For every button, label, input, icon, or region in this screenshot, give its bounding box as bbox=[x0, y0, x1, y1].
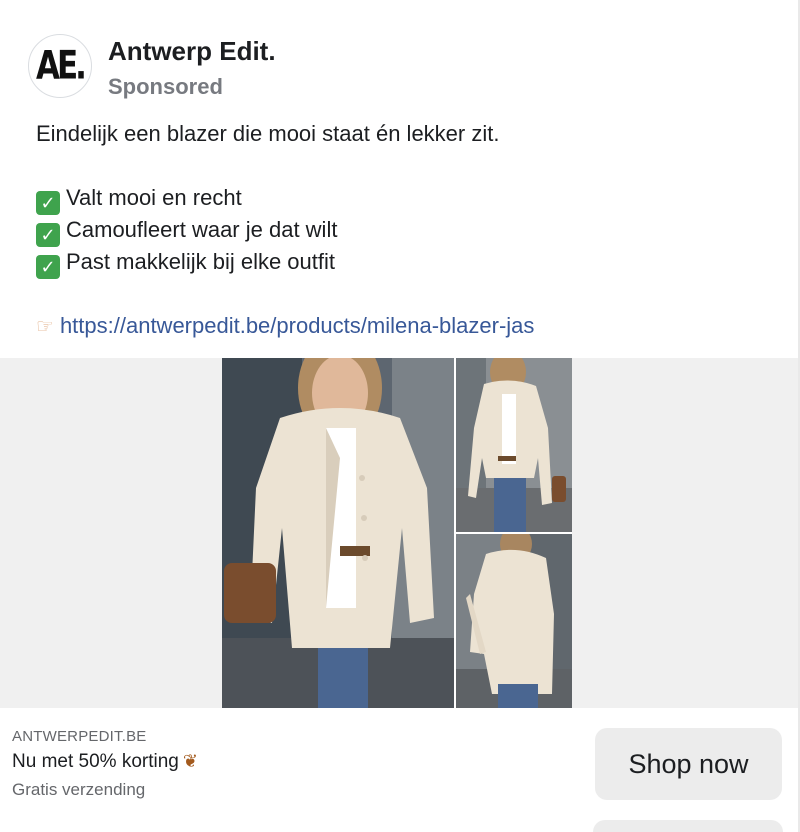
post-header: AE. Antwerp Edit. Sponsored bbox=[28, 34, 276, 100]
bullet-text: Camoufleert waar je dat wilt bbox=[66, 217, 338, 242]
pointing-hand-icon: ☞ bbox=[36, 316, 54, 338]
bullet-text: Past makkelijk bij elke outfit bbox=[66, 249, 335, 274]
ad-footer[interactable]: ANTWERPEDIT.BE Nu met 50% korting ❦ Grati… bbox=[0, 708, 798, 832]
sponsored-label: Sponsored bbox=[108, 74, 223, 99]
link-line: ☞ https://antwerpedit.be/products/milena-… bbox=[36, 310, 776, 342]
check-mark-icon: ✓ bbox=[36, 223, 60, 247]
media-area bbox=[0, 358, 798, 708]
product-photo-side[interactable] bbox=[456, 534, 572, 708]
product-photo-main[interactable] bbox=[222, 358, 454, 708]
ad-description: Gratis verzending bbox=[12, 780, 146, 799]
avatar-logo-text: AE. bbox=[36, 43, 87, 89]
image-collage[interactable] bbox=[222, 358, 572, 708]
bullet-item: ✓ Past makkelijk bij elke outfit bbox=[36, 246, 776, 279]
ad-post-card: AE. Antwerp Edit. Sponsored Eindelijk ee… bbox=[0, 0, 800, 832]
autumn-leaves-icon: ❦ bbox=[182, 751, 198, 771]
bullet-text: Valt mooi en recht bbox=[66, 185, 242, 210]
shop-now-button[interactable]: Shop now bbox=[595, 728, 782, 800]
bullet-item: ✓ Valt mooi en recht bbox=[36, 182, 776, 215]
product-link[interactable]: https://antwerpedit.be/products/milena-b… bbox=[60, 313, 534, 338]
product-photo-top[interactable] bbox=[456, 358, 572, 532]
page-name-link[interactable]: Antwerp Edit. bbox=[108, 36, 276, 66]
page-avatar[interactable]: AE. bbox=[28, 34, 92, 98]
ad-headline: Nu met 50% korting ❦ bbox=[12, 751, 198, 773]
ad-headline-text: Nu met 50% korting bbox=[12, 751, 179, 772]
check-mark-icon: ✓ bbox=[36, 255, 60, 279]
post-intro: Eindelijk een blazer die mooi staat én l… bbox=[36, 121, 500, 146]
post-text: Eindelijk een blazer die mooi staat én l… bbox=[36, 118, 776, 342]
secondary-button-partial[interactable] bbox=[593, 820, 783, 832]
bullet-item: ✓ Camoufleert waar je dat wilt bbox=[36, 214, 776, 247]
post-meta: Antwerp Edit. Sponsored bbox=[108, 34, 276, 100]
ad-domain: ANTWERPEDIT.BE bbox=[12, 728, 147, 745]
check-mark-icon: ✓ bbox=[36, 191, 60, 215]
